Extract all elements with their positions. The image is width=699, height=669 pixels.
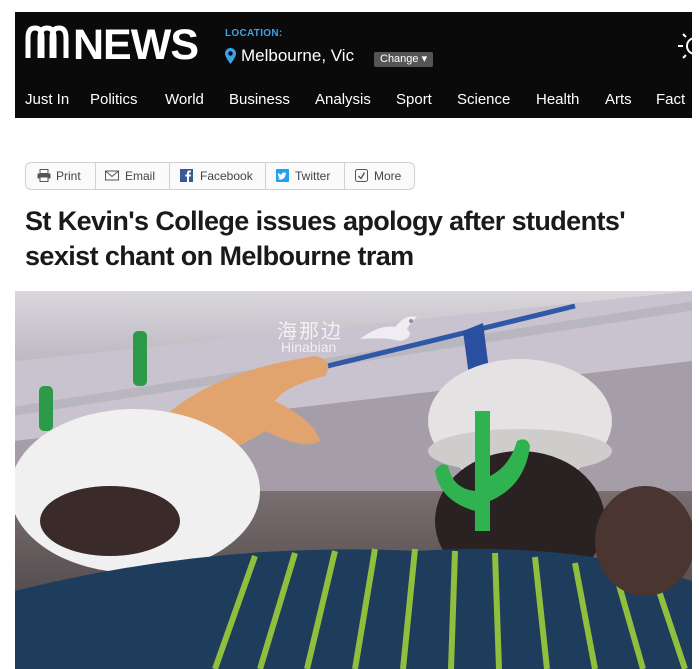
- facebook-button[interactable]: Facebook: [169, 163, 266, 189]
- location-pin-icon: [225, 48, 236, 64]
- facebook-icon: [180, 169, 193, 182]
- nav-just-in[interactable]: Just In: [25, 89, 69, 111]
- more-button[interactable]: More: [344, 163, 414, 189]
- share-toolbar: Print Email Facebook Twitter More: [25, 162, 415, 190]
- twitter-button[interactable]: Twitter: [265, 163, 345, 189]
- print-button[interactable]: Print: [26, 163, 96, 189]
- watermark-bird-icon: [360, 316, 417, 341]
- nav-politics[interactable]: Politics: [90, 89, 138, 111]
- facebook-label: Facebook: [200, 169, 253, 183]
- weather-sun-icon[interactable]: [665, 26, 692, 66]
- article-headline: St Kevin's College issues apology after …: [25, 206, 626, 271]
- share-more-icon: [355, 169, 368, 182]
- tram-scene-image: [15, 291, 692, 669]
- abc-logo-icon[interactable]: [24, 24, 70, 62]
- brand-wordmark[interactable]: NEWS: [73, 18, 199, 72]
- header-top-row: NEWS LOCATION: Melbourne, Vic Change ▾: [15, 12, 692, 84]
- main-nav: Just In Politics World Business Analysis…: [15, 84, 692, 118]
- nav-world[interactable]: World: [165, 89, 204, 111]
- twitter-label: Twitter: [295, 169, 331, 183]
- email-button[interactable]: Email: [95, 163, 170, 189]
- nav-business[interactable]: Business: [229, 89, 290, 111]
- print-label: Print: [56, 169, 81, 183]
- article-photo[interactable]: 海那边 Hinabian: [15, 291, 692, 669]
- nav-science[interactable]: Science: [457, 89, 510, 111]
- site-header: NEWS LOCATION: Melbourne, Vic Change ▾ J…: [15, 12, 692, 118]
- more-label: More: [374, 169, 402, 183]
- nav-health[interactable]: Health: [536, 89, 579, 111]
- nav-analysis[interactable]: Analysis: [315, 89, 371, 111]
- location-label: LOCATION:: [225, 28, 283, 39]
- nav-fact[interactable]: Fact: [656, 89, 685, 111]
- printer-icon: [37, 169, 51, 182]
- change-location-button[interactable]: Change ▾: [374, 52, 434, 67]
- nav-sport[interactable]: Sport: [396, 89, 432, 111]
- nav-arts[interactable]: Arts: [605, 89, 632, 111]
- watermark-english: Hinabian: [281, 339, 337, 355]
- location-value: Melbourne, Vic: [241, 46, 355, 65]
- twitter-icon: [276, 169, 289, 182]
- envelope-icon: [105, 170, 119, 181]
- email-label: Email: [125, 169, 156, 183]
